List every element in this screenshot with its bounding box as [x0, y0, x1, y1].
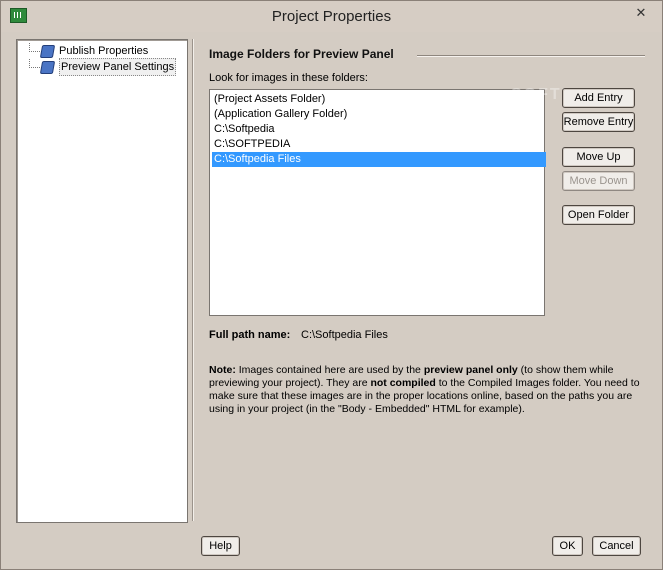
- remove-entry-button[interactable]: Remove Entry: [562, 112, 635, 132]
- add-entry-button[interactable]: Add Entry: [562, 88, 635, 108]
- full-path-label: Full path name:: [209, 329, 291, 341]
- close-button[interactable]: ✕: [626, 2, 656, 24]
- folder-list-item[interactable]: (Project Assets Folder): [212, 92, 546, 107]
- cancel-button[interactable]: Cancel: [592, 536, 641, 556]
- page-icon: [39, 61, 56, 74]
- note-emphasis: not compiled: [370, 377, 436, 389]
- tree-item-label: Publish Properties: [59, 45, 149, 57]
- title-bar[interactable]: Project Properties ✕: [1, 1, 662, 32]
- open-folder-button[interactable]: Open Folder: [562, 205, 635, 225]
- note-part: Images contained here are used by the: [235, 364, 424, 376]
- ok-button[interactable]: OK: [552, 536, 583, 556]
- folder-list-item[interactable]: C:\SOFTPEDIA: [212, 137, 546, 152]
- move-up-button[interactable]: Move Up: [562, 147, 635, 167]
- tree-item-label: Preview Panel Settings: [59, 58, 177, 76]
- window-title: Project Properties: [271, 8, 392, 25]
- note-emphasis: preview panel only: [423, 364, 518, 376]
- help-button[interactable]: Help: [201, 536, 240, 556]
- page-icon: [39, 45, 56, 58]
- move-down-button[interactable]: Move Down: [562, 171, 635, 191]
- note-text: Note: Images contained here are used by …: [209, 364, 641, 416]
- note-label: Note:: [209, 364, 236, 376]
- folder-list[interactable]: (Project Assets Folder) (Application Gal…: [209, 89, 546, 316]
- settings-tree: Publish Properties Preview Panel Setting…: [16, 39, 188, 523]
- full-path-value: C:\Softpedia Files: [301, 329, 388, 341]
- panel-divider: [192, 39, 193, 521]
- folder-list-item[interactable]: (Application Gallery Folder): [212, 107, 546, 122]
- section-rule: [417, 55, 645, 56]
- project-properties-window: Project Properties ✕ Publish Properties …: [0, 0, 663, 570]
- folder-list-caption: Look for images in these folders:: [209, 72, 368, 84]
- folder-list-item-selected[interactable]: C:\Softpedia Files: [212, 152, 546, 167]
- folder-list-item[interactable]: C:\Softpedia: [212, 122, 546, 137]
- section-heading: Image Folders for Preview Panel: [209, 47, 394, 61]
